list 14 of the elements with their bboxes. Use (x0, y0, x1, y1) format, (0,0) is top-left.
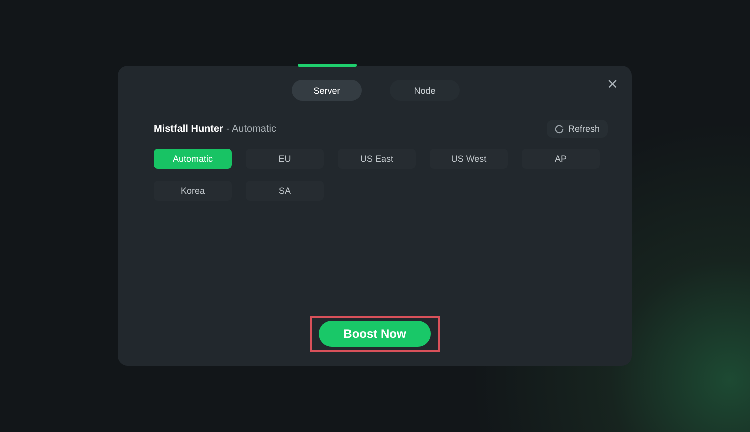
refresh-button[interactable]: Refresh (547, 120, 608, 138)
region-option[interactable]: US West (430, 149, 508, 169)
tab-indicator (298, 64, 357, 67)
region-option[interactable]: US East (338, 149, 416, 169)
region-option[interactable]: AP (522, 149, 600, 169)
tab[interactable]: Server (292, 80, 362, 101)
tab[interactable]: Node (390, 80, 460, 101)
region-option[interactable]: Korea (154, 181, 232, 201)
refresh-icon (555, 124, 564, 134)
region-option[interactable]: EU (246, 149, 324, 169)
close-button[interactable]: × (603, 74, 622, 95)
game-title: Mistfall Hunter (154, 124, 224, 134)
mode-label: - Automatic (226, 124, 276, 134)
region-option[interactable]: SA (246, 181, 324, 201)
